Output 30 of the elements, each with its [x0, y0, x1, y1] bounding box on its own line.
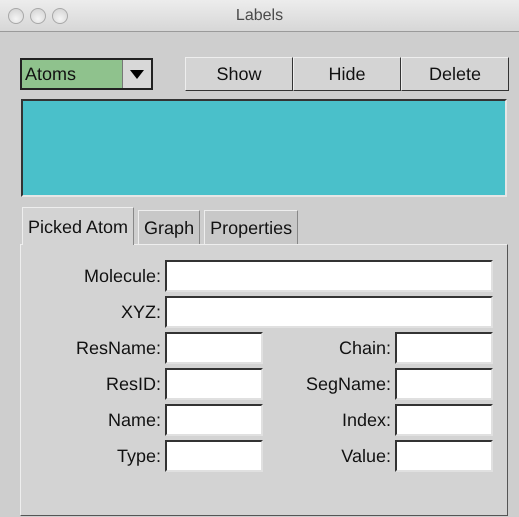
- input-field[interactable]: [165, 368, 263, 400]
- field-label: XYZ:: [120, 302, 161, 322]
- field-label: SegName:: [304, 374, 391, 394]
- input-field[interactable]: [165, 404, 263, 436]
- input-field[interactable]: [165, 440, 263, 472]
- action-button[interactable]: Delete: [401, 57, 509, 91]
- field-label: Chain:: [338, 338, 391, 358]
- field-label: ResName:: [74, 338, 161, 358]
- input-field[interactable]: [395, 368, 493, 400]
- field-label: Value:: [340, 446, 391, 466]
- input-field[interactable]: [165, 296, 493, 328]
- dropdown-arrow-icon: [130, 70, 144, 78]
- field-label: Name:: [106, 410, 161, 430]
- field-label: Molecule:: [82, 266, 161, 286]
- tab[interactable]: Properties: [204, 210, 298, 244]
- field-label: ResID:: [104, 374, 161, 394]
- field-label: Index:: [340, 410, 391, 430]
- action-button[interactable]: Show: [185, 57, 293, 91]
- input-field[interactable]: [395, 440, 493, 472]
- tab[interactable]: Picked Atom: [22, 207, 134, 245]
- label-list[interactable]: [21, 99, 507, 197]
- input-field[interactable]: [395, 404, 493, 436]
- field-label: Type:: [116, 446, 161, 466]
- action-button[interactable]: Hide: [293, 57, 401, 91]
- type-dropdown[interactable]: Atoms: [20, 58, 153, 90]
- input-field[interactable]: [165, 260, 493, 292]
- tab[interactable]: Graph: [138, 210, 200, 244]
- window-title: Labels: [236, 6, 284, 24]
- input-field[interactable]: [165, 332, 263, 364]
- input-field[interactable]: [395, 332, 493, 364]
